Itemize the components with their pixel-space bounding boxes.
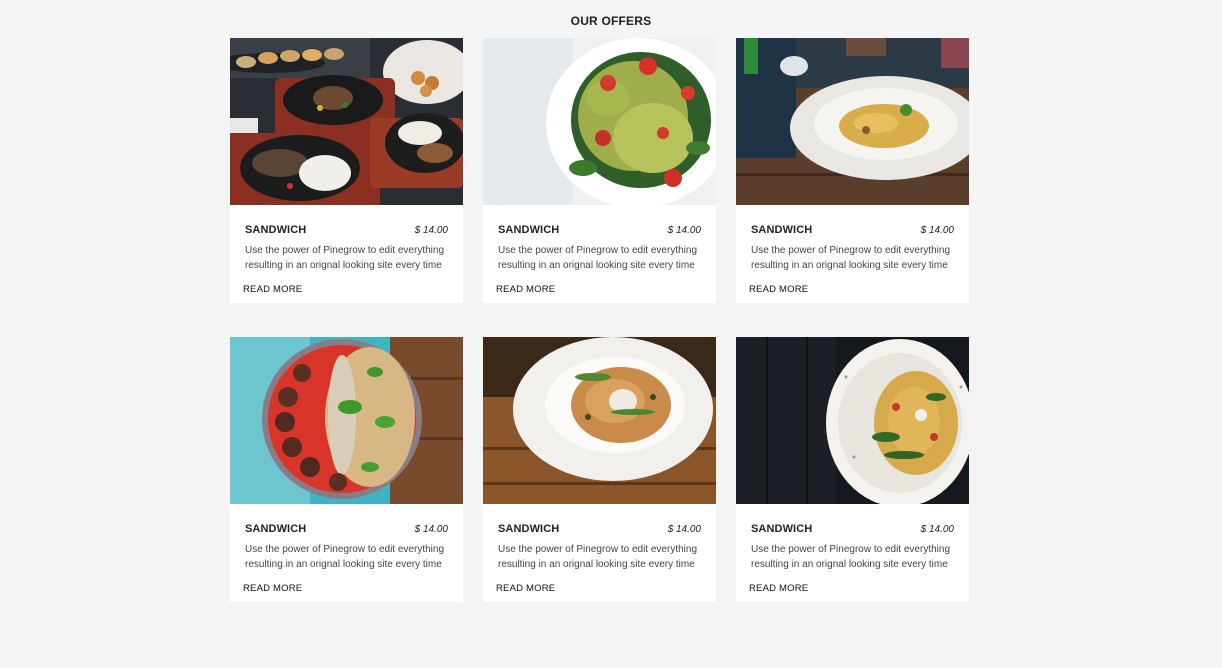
card-title: SANDWICH bbox=[751, 224, 813, 236]
spaghetti-photo bbox=[483, 337, 716, 504]
card-body: SANDWICH $ 14.00 Use the power of Pinegr… bbox=[736, 205, 969, 297]
card-price: $ 14.00 bbox=[414, 524, 448, 535]
card-price: $ 14.00 bbox=[667, 524, 701, 535]
section-title: OUR OFFERS bbox=[570, 14, 652, 28]
read-more-link[interactable]: READ MORE bbox=[243, 583, 302, 594]
spaghetti-dark-photo bbox=[736, 337, 969, 504]
offer-card: SANDWICH $ 14.00 Use the power of Pinegr… bbox=[483, 38, 716, 303]
read-more-link[interactable]: READ MORE bbox=[496, 583, 555, 594]
card-description: Use the power of Pinegrow to edit everyt… bbox=[245, 245, 444, 271]
card-price: $ 14.00 bbox=[920, 225, 954, 236]
offer-card: SANDWICH $ 14.00 Use the power of Pinegr… bbox=[483, 337, 716, 602]
card-header: SANDWICH $ 14.00 bbox=[751, 523, 954, 537]
card-price: $ 14.00 bbox=[414, 225, 448, 236]
pasta-salad-photo bbox=[483, 38, 716, 205]
offers-grid: SANDWICH $ 14.00 Use the power of Pinegr… bbox=[230, 38, 969, 602]
card-header: SANDWICH $ 14.00 bbox=[751, 224, 954, 238]
card-title: SANDWICH bbox=[498, 523, 560, 535]
card-body: SANDWICH $ 14.00 Use the power of Pinegr… bbox=[483, 504, 716, 596]
card-description: Use the power of Pinegrow to edit everyt… bbox=[751, 544, 950, 570]
card-header: SANDWICH $ 14.00 bbox=[245, 224, 448, 238]
tagliatelle-photo bbox=[736, 38, 969, 205]
card-description: Use the power of Pinegrow to edit everyt… bbox=[498, 245, 697, 271]
card-description: Use the power of Pinegrow to edit everyt… bbox=[245, 544, 444, 570]
card-price: $ 14.00 bbox=[667, 225, 701, 236]
offer-card: SANDWICH $ 14.00 Use the power of Pinegr… bbox=[736, 38, 969, 303]
card-description: Use the power of Pinegrow to edit everyt… bbox=[751, 245, 950, 271]
card-body: SANDWICH $ 14.00 Use the power of Pinegr… bbox=[230, 504, 463, 596]
offer-card: SANDWICH $ 14.00 Use the power of Pinegr… bbox=[230, 337, 463, 602]
offer-card: SANDWICH $ 14.00 Use the power of Pinegr… bbox=[230, 38, 463, 303]
card-description: Use the power of Pinegrow to edit everyt… bbox=[498, 544, 697, 570]
card-title: SANDWICH bbox=[245, 224, 307, 236]
card-title: SANDWICH bbox=[751, 523, 813, 535]
penne-meatballs-photo bbox=[230, 337, 463, 504]
card-body: SANDWICH $ 14.00 Use the power of Pinegr… bbox=[230, 205, 463, 297]
card-header: SANDWICH $ 14.00 bbox=[498, 224, 701, 238]
offer-card: SANDWICH $ 14.00 Use the power of Pinegr… bbox=[736, 337, 969, 602]
card-header: SANDWICH $ 14.00 bbox=[498, 523, 701, 537]
card-title: SANDWICH bbox=[498, 224, 560, 236]
read-more-link[interactable]: READ MORE bbox=[243, 284, 302, 295]
card-title: SANDWICH bbox=[245, 523, 307, 535]
card-body: SANDWICH $ 14.00 Use the power of Pinegr… bbox=[483, 205, 716, 297]
read-more-link[interactable]: READ MORE bbox=[749, 284, 808, 295]
card-price: $ 14.00 bbox=[920, 524, 954, 535]
platter-photo bbox=[230, 38, 463, 205]
card-body: SANDWICH $ 14.00 Use the power of Pinegr… bbox=[736, 504, 969, 596]
card-header: SANDWICH $ 14.00 bbox=[245, 523, 448, 537]
read-more-link[interactable]: READ MORE bbox=[749, 583, 808, 594]
read-more-link[interactable]: READ MORE bbox=[496, 284, 555, 295]
